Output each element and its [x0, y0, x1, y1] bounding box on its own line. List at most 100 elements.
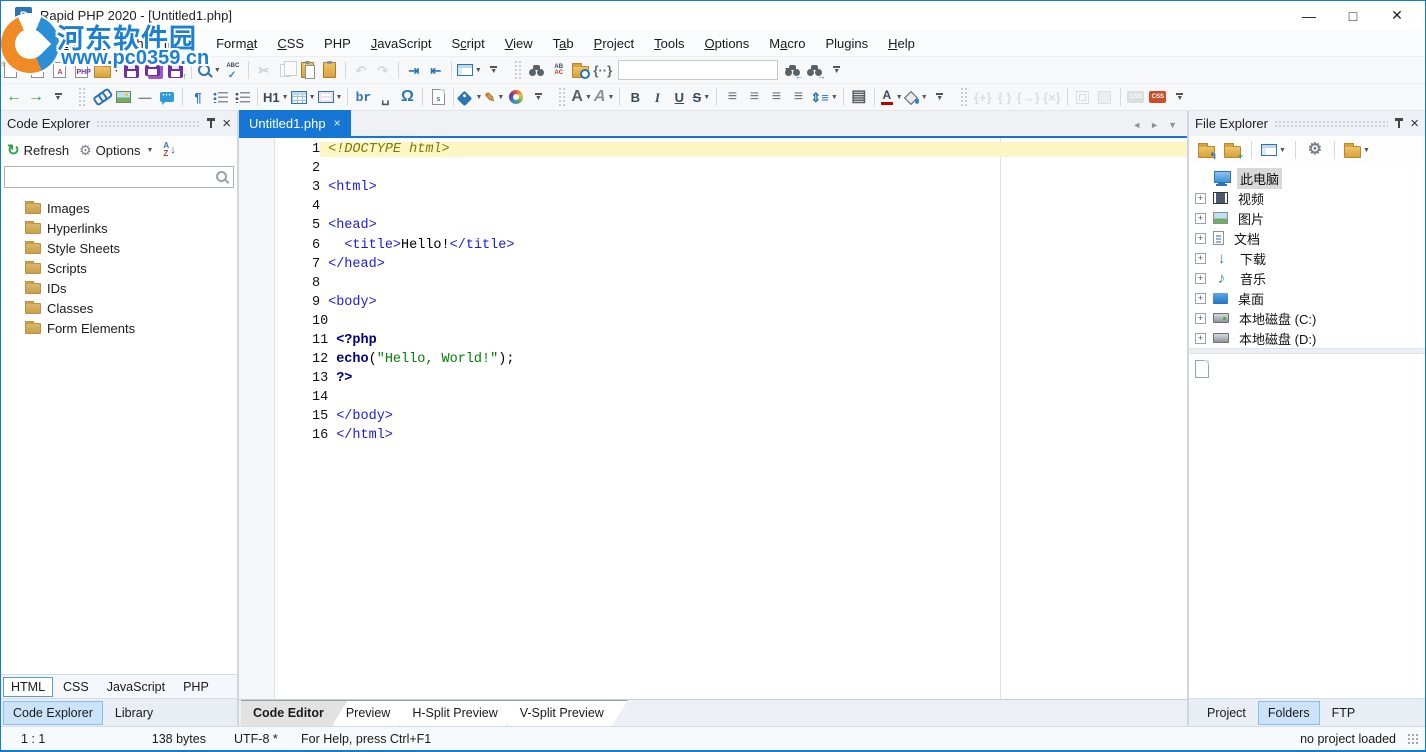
- expand-icon[interactable]: +: [1195, 193, 1206, 204]
- table-button[interactable]: ▼: [290, 85, 317, 109]
- expand-icon[interactable]: +: [1195, 313, 1206, 324]
- panel-tab-folders[interactable]: Folders: [1258, 701, 1320, 725]
- find-dialog-button[interactable]: [526, 58, 548, 82]
- favorites-button[interactable]: ▼: [1343, 138, 1371, 162]
- view-tab-code-editor[interactable]: Code Editor: [241, 700, 348, 726]
- expand-icon[interactable]: +: [1195, 293, 1206, 304]
- italic-button[interactable]: I: [646, 85, 668, 109]
- clipboard-history-button[interactable]: [319, 58, 341, 82]
- tab-scroll-left-icon[interactable]: ◄: [1132, 120, 1141, 130]
- font-button[interactable]: A▼: [570, 85, 593, 109]
- minimize-button[interactable]: —: [1287, 3, 1331, 29]
- expand-icon[interactable]: +: [1195, 253, 1206, 264]
- resize-grip[interactable]: [1406, 732, 1419, 745]
- color-picker-button[interactable]: [505, 85, 527, 109]
- highlight-color-button[interactable]: ▼: [904, 85, 929, 109]
- new-web-document-button[interactable]: </>: [27, 58, 49, 82]
- toolbar-grip[interactable]: [514, 60, 521, 80]
- menu-plugins[interactable]: Plugins: [815, 32, 878, 55]
- pin-icon[interactable]: [206, 117, 216, 130]
- view-mode-button[interactable]: ▼: [1260, 138, 1287, 162]
- hyperlink-button[interactable]: [90, 85, 112, 109]
- align-center-button[interactable]: ≡: [743, 85, 765, 109]
- menu-options[interactable]: Options: [694, 32, 759, 55]
- options-dropdown-icon[interactable]: ▼: [146, 147, 153, 154]
- standard-overflow-button[interactable]: ▼: [483, 58, 505, 82]
- numbered-list-button[interactable]: [231, 85, 253, 109]
- save-button[interactable]: [121, 58, 143, 82]
- parent-folder-button[interactable]: ↰: [1195, 138, 1217, 162]
- save-to-server-button[interactable]: ↑: [165, 58, 187, 82]
- tree-item-images[interactable]: Images: [1, 198, 237, 218]
- fx-item-desktop[interactable]: +桌面: [1189, 288, 1425, 308]
- close-button[interactable]: ✕: [1375, 3, 1419, 29]
- toolbar-grip[interactable]: [558, 87, 565, 107]
- line-break-button[interactable]: br: [352, 85, 374, 109]
- tree-item-style-sheets[interactable]: Style Sheets: [1, 238, 237, 258]
- panel-tab-library[interactable]: Library: [105, 701, 163, 725]
- document-tab-close-icon[interactable]: ×: [334, 116, 341, 130]
- paste-button[interactable]: [297, 58, 319, 82]
- new-folder-button[interactable]: +: [1221, 138, 1243, 162]
- indent-button[interactable]: ⇥: [403, 58, 425, 82]
- expand-icon[interactable]: +: [1195, 233, 1206, 244]
- lang-tab-javascript[interactable]: JavaScript: [99, 677, 173, 697]
- replace-button[interactable]: ABAC: [548, 58, 570, 82]
- new-php-document-button[interactable]: PHP: [71, 58, 93, 82]
- outdent-button[interactable]: ⇤: [425, 58, 447, 82]
- underline-button[interactable]: U: [668, 85, 690, 109]
- fx-item-doc[interactable]: +文档: [1189, 228, 1425, 248]
- menu-format[interactable]: Format: [206, 32, 267, 55]
- fx-item-diskd[interactable]: +本地磁盘 (D:): [1189, 328, 1425, 348]
- toolbar-grip[interactable]: [960, 87, 967, 107]
- menu-css[interactable]: CSS: [267, 32, 314, 55]
- expand-icon[interactable]: +: [1195, 273, 1206, 284]
- lang-tab-css[interactable]: CSS: [55, 677, 97, 697]
- toolbar-grip[interactable]: [78, 87, 85, 107]
- form-button[interactable]: ▼: [317, 85, 344, 109]
- find-next-button[interactable]: →: [804, 58, 826, 82]
- tag-button[interactable]: ▼: [458, 85, 483, 109]
- tab-scroll-right-icon[interactable]: ►: [1150, 120, 1159, 130]
- panel-tab-project[interactable]: Project: [1197, 701, 1256, 725]
- align-left-button[interactable]: ≡: [721, 85, 743, 109]
- open-file-button[interactable]: ▼: [93, 58, 121, 82]
- menu-script[interactable]: Script: [441, 32, 494, 55]
- menu-tools[interactable]: Tools: [644, 32, 694, 55]
- fx-item-music[interactable]: +♪音乐: [1189, 268, 1425, 288]
- panel-layout-button[interactable]: ▼: [456, 58, 483, 82]
- tab-list-icon[interactable]: ▼: [1168, 120, 1177, 130]
- tree-item-hyperlinks[interactable]: Hyperlinks: [1, 218, 237, 238]
- justify-button[interactable]: ≡: [787, 85, 809, 109]
- image-button[interactable]: [112, 85, 134, 109]
- expand-icon[interactable]: +: [1195, 333, 1206, 344]
- tree-item-classes[interactable]: Classes: [1, 298, 237, 318]
- non-breaking-space-button[interactable]: ␣: [374, 85, 396, 109]
- menu-macro[interactable]: Macro: [759, 32, 815, 55]
- css-validate-button[interactable]: CSS: [1147, 85, 1169, 109]
- close-panel-icon[interactable]: ×: [1410, 116, 1419, 131]
- find-previous-button[interactable]: ←: [782, 58, 804, 82]
- heading-button[interactable]: H1▼: [262, 85, 290, 109]
- document-tab[interactable]: Untitled1.php ×: [239, 110, 351, 136]
- refresh-button[interactable]: Refresh: [24, 143, 70, 158]
- find-button[interactable]: ▼: [196, 58, 222, 82]
- fx-item-video[interactable]: +视频: [1189, 188, 1425, 208]
- bullet-list-button[interactable]: [209, 85, 231, 109]
- fx-item-computer[interactable]: 此电脑: [1189, 168, 1425, 188]
- menu-project[interactable]: Project: [584, 32, 644, 55]
- menu-insert[interactable]: Insert: [154, 32, 207, 55]
- explorer-settings-button[interactable]: ⚙: [1304, 138, 1326, 162]
- horizontal-rule-button[interactable]: —: [134, 85, 156, 109]
- menu-javascript[interactable]: JavaScript: [361, 32, 442, 55]
- menu-file[interactable]: File: [9, 32, 50, 55]
- align-right-button[interactable]: ≡: [765, 85, 787, 109]
- pin-icon[interactable]: [1394, 117, 1404, 130]
- format-overflow-button[interactable]: ▼: [929, 85, 951, 109]
- tree-item-ids[interactable]: IDs: [1, 278, 237, 298]
- html-overflow-button[interactable]: ▼: [527, 85, 549, 109]
- expand-icon[interactable]: +: [1195, 213, 1206, 224]
- regex-search-button[interactable]: {··}: [592, 58, 614, 82]
- panel-tab-ftp[interactable]: FTP: [1322, 701, 1366, 725]
- css-overflow-button[interactable]: ▼: [1169, 85, 1191, 109]
